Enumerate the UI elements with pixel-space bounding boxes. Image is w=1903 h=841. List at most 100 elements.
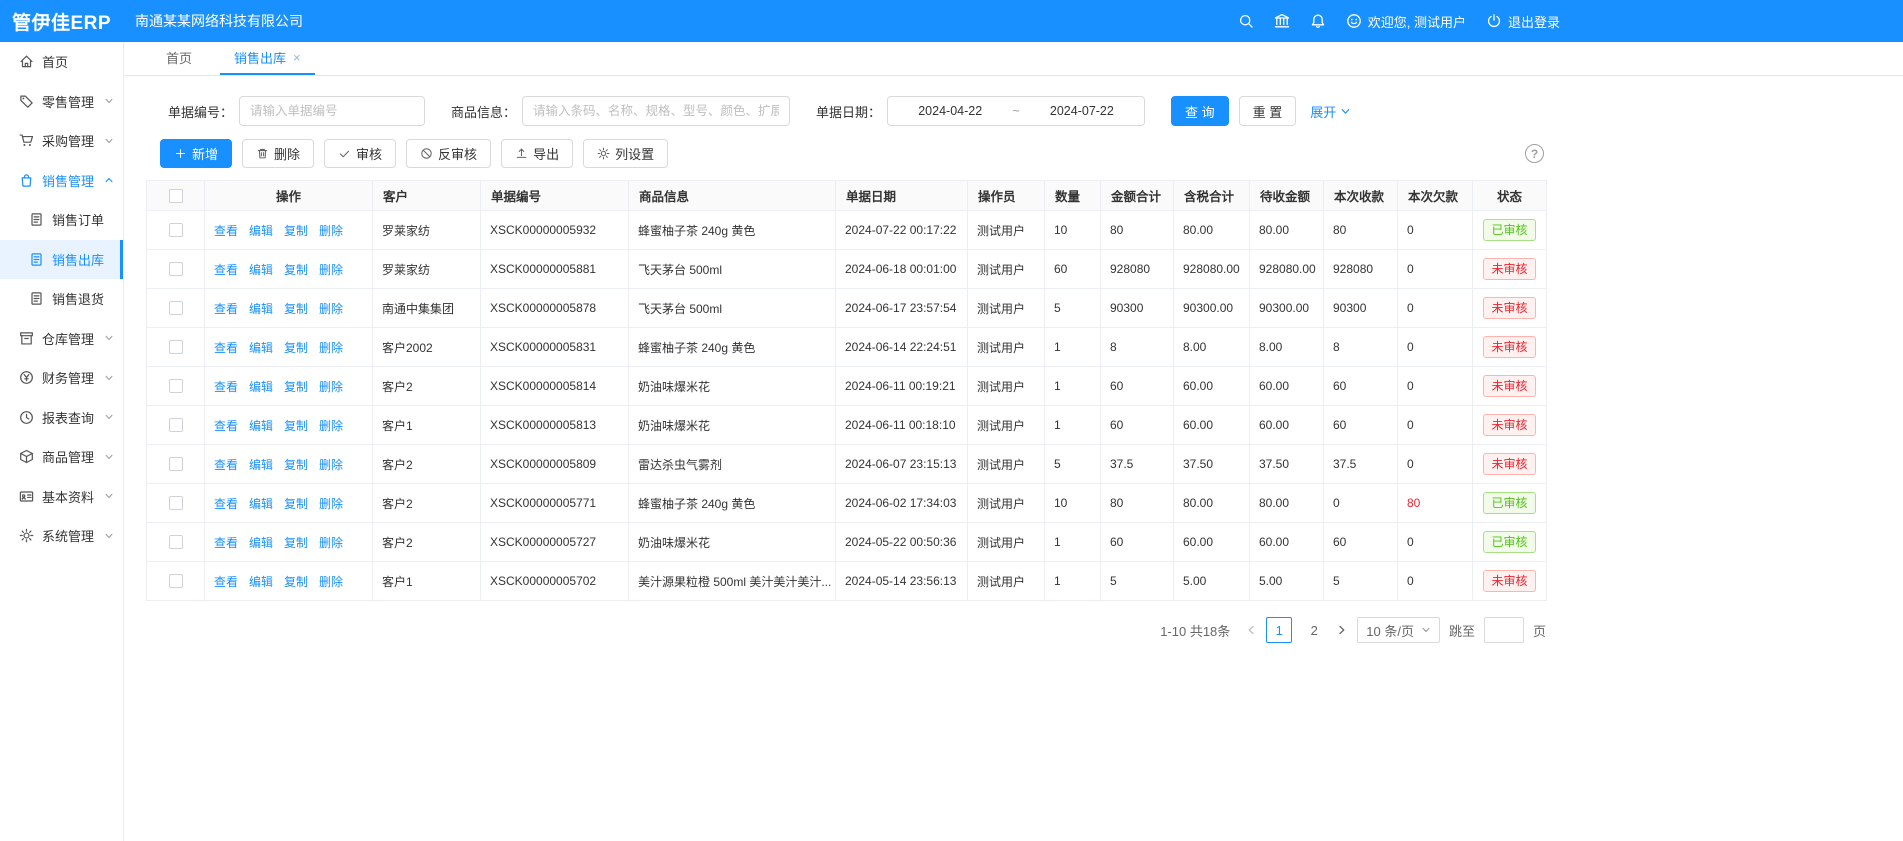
expand-link[interactable]: 展开 — [1310, 102, 1351, 121]
tab-sales-outbound[interactable]: 销售出库 × — [220, 42, 315, 75]
user-menu[interactable]: 欢迎您, 测试用户 — [1346, 12, 1466, 31]
tab-home[interactable]: 首页 — [152, 42, 206, 75]
cell-date: 2024-06-07 23:15:13 — [836, 445, 968, 484]
sidebar-item-sales-outbound[interactable]: 销售出库 — [0, 240, 123, 280]
delete-link[interactable]: 删除 — [319, 302, 343, 316]
page-1-button[interactable]: 1 — [1266, 617, 1292, 643]
next-page-icon[interactable] — [1336, 624, 1348, 636]
delete-link[interactable]: 删除 — [319, 458, 343, 472]
page-2-button[interactable]: 2 — [1301, 617, 1327, 643]
sidebar-item-products[interactable]: 商品管理 — [0, 437, 123, 477]
sidebar-item-warehouse[interactable]: 仓库管理 — [0, 319, 123, 359]
date-end-input[interactable] — [1038, 104, 1126, 118]
row-checkbox[interactable] — [169, 418, 183, 432]
view-link[interactable]: 查看 — [214, 263, 238, 277]
jump-page-input[interactable] — [1484, 617, 1524, 643]
delete-link[interactable]: 删除 — [319, 341, 343, 355]
unapprove-button[interactable]: 反审核 — [406, 139, 491, 168]
view-link[interactable]: 查看 — [214, 419, 238, 433]
row-checkbox[interactable] — [169, 379, 183, 393]
copy-link[interactable]: 复制 — [284, 575, 308, 589]
view-link[interactable]: 查看 — [214, 458, 238, 472]
view-link[interactable]: 查看 — [214, 536, 238, 550]
home-icon[interactable] — [1274, 13, 1290, 29]
copy-link[interactable]: 复制 — [284, 458, 308, 472]
sidebar-item-sales-orders[interactable]: 销售订单 — [0, 200, 123, 240]
cell-receivable: 80.00 — [1250, 484, 1324, 523]
edit-link[interactable]: 编辑 — [249, 575, 273, 589]
sidebar-item-system[interactable]: 系统管理 — [0, 516, 123, 556]
view-link[interactable]: 查看 — [214, 302, 238, 316]
row-checkbox[interactable] — [169, 574, 183, 588]
copy-link[interactable]: 复制 — [284, 497, 308, 511]
row-checkbox[interactable] — [169, 340, 183, 354]
select-all-checkbox[interactable] — [169, 189, 183, 203]
view-link[interactable]: 查看 — [214, 341, 238, 355]
sidebar-item-retail[interactable]: 零售管理 — [0, 82, 123, 122]
edit-link[interactable]: 编辑 — [249, 341, 273, 355]
delete-button[interactable]: 删除 — [242, 139, 314, 168]
date-start-input[interactable] — [906, 104, 994, 118]
search-button[interactable]: 查 询 — [1171, 96, 1229, 126]
doc-no-input[interactable] — [239, 96, 425, 126]
edit-link[interactable]: 编辑 — [249, 419, 273, 433]
view-link[interactable]: 查看 — [214, 575, 238, 589]
view-link[interactable]: 查看 — [214, 224, 238, 238]
edit-link[interactable]: 编辑 — [249, 536, 273, 550]
edit-link[interactable]: 编辑 — [249, 497, 273, 511]
sidebar-item-basic-data[interactable]: 基本资料 — [0, 477, 123, 517]
delete-link[interactable]: 删除 — [319, 224, 343, 238]
copy-link[interactable]: 复制 — [284, 341, 308, 355]
copy-link[interactable]: 复制 — [284, 380, 308, 394]
help-icon[interactable]: ? — [1525, 144, 1544, 163]
edit-link[interactable]: 编辑 — [249, 302, 273, 316]
search-icon[interactable] — [1238, 13, 1254, 29]
row-checkbox[interactable] — [169, 457, 183, 471]
logout-button[interactable]: 退出登录 — [1486, 12, 1560, 31]
prev-page-icon[interactable] — [1245, 624, 1257, 636]
approve-button[interactable]: 审核 — [324, 139, 396, 168]
sidebar-item-purchase[interactable]: 采购管理 — [0, 121, 123, 161]
row-checkbox[interactable] — [169, 496, 183, 510]
row-checkbox[interactable] — [169, 301, 183, 315]
row-checkbox[interactable] — [169, 535, 183, 549]
copy-link[interactable]: 复制 — [284, 536, 308, 550]
check-icon — [338, 147, 351, 160]
row-checkbox[interactable] — [169, 223, 183, 237]
export-button[interactable]: 导出 — [501, 139, 573, 168]
copy-link[interactable]: 复制 — [284, 419, 308, 433]
page-size-select[interactable]: 10 条/页 — [1357, 617, 1440, 643]
copy-link[interactable]: 复制 — [284, 224, 308, 238]
sidebar-item-reports[interactable]: 报表查询 — [0, 398, 123, 438]
copy-link[interactable]: 复制 — [284, 302, 308, 316]
copy-link[interactable]: 复制 — [284, 263, 308, 277]
delete-link[interactable]: 删除 — [319, 419, 343, 433]
sidebar-item-finance[interactable]: 财务管理 — [0, 358, 123, 398]
edit-link[interactable]: 编辑 — [249, 458, 273, 472]
edit-link[interactable]: 编辑 — [249, 263, 273, 277]
close-icon[interactable]: × — [293, 51, 301, 64]
delete-link[interactable]: 删除 — [319, 263, 343, 277]
delete-link[interactable]: 删除 — [319, 380, 343, 394]
row-checkbox[interactable] — [169, 262, 183, 276]
view-link[interactable]: 查看 — [214, 380, 238, 394]
cell-doc-no: XSCK00000005727 — [481, 523, 629, 562]
cell-doc-no: XSCK00000005809 — [481, 445, 629, 484]
notification-icon[interactable] — [1310, 13, 1326, 29]
cell-date: 2024-07-22 00:17:22 — [836, 211, 968, 250]
delete-link[interactable]: 删除 — [319, 536, 343, 550]
reset-button[interactable]: 重 置 — [1239, 96, 1297, 126]
sidebar-item-sales[interactable]: 销售管理 — [0, 161, 123, 201]
logout-label: 退出登录 — [1508, 12, 1560, 31]
edit-link[interactable]: 编辑 — [249, 224, 273, 238]
add-button[interactable]: 新增 — [160, 139, 232, 168]
sidebar-item-home[interactable]: 首页 — [0, 42, 123, 82]
product-input[interactable] — [522, 96, 790, 126]
delete-link[interactable]: 删除 — [319, 497, 343, 511]
sidebar-item-sales-returns[interactable]: 销售退货 — [0, 279, 123, 319]
date-range-picker[interactable]: ~ — [887, 96, 1145, 126]
delete-link[interactable]: 删除 — [319, 575, 343, 589]
column-settings-button[interactable]: 列设置 — [583, 139, 668, 168]
edit-link[interactable]: 编辑 — [249, 380, 273, 394]
view-link[interactable]: 查看 — [214, 497, 238, 511]
